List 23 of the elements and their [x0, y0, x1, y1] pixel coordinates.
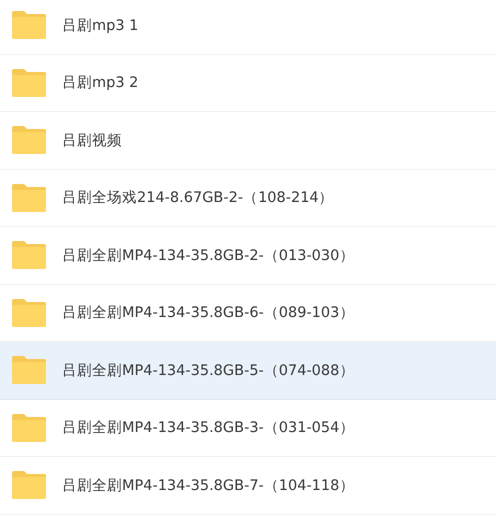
folder-icon	[12, 184, 46, 212]
folder-icon	[12, 126, 46, 154]
folder-icon	[12, 414, 46, 442]
folder-icon	[12, 298, 46, 327]
folder-row[interactable]: 吕剧全剧MP4-134-35.8GB-3-（031-054）	[0, 400, 496, 457]
folder-name: 吕剧视频	[62, 132, 122, 150]
folder-icon	[12, 356, 46, 384]
folder-icon	[12, 241, 46, 270]
folder-icon	[12, 68, 46, 97]
folder-icon	[12, 11, 46, 40]
folder-name: 吕剧全剧MP4-134-35.8GB-2-（013-030）	[62, 246, 354, 265]
folder-name: 吕剧全场戏214-8.67GB-2-（108-214）	[62, 189, 334, 208]
folder-row[interactable]: 吕剧全场戏214-8.67GB-2-（108-214）	[0, 170, 496, 227]
folder-row[interactable]: 吕剧全剧MP4-134-35.8GB-6-（089-103）	[0, 284, 496, 342]
folder-name: 吕剧全剧MP4-134-35.8GB-5-（074-088）	[62, 362, 354, 380]
folder-icon	[12, 471, 46, 500]
folder-name: 吕剧全剧MP4-134-35.8GB-3-（031-054）	[62, 419, 354, 438]
folder-row[interactable]: 吕剧全剧MP4-134-35.8GB-5-（074-088）	[0, 342, 496, 400]
folder-name: 吕剧全剧MP4-134-35.8GB-6-（089-103）	[62, 304, 354, 322]
folder-name: 吕剧全剧MP4-134-35.8GB-7-（104-118）	[62, 476, 354, 495]
folder-row[interactable]: 吕剧mp3 2	[0, 54, 496, 112]
folder-name: 吕剧mp3 2	[62, 74, 138, 92]
folder-name: 吕剧mp3 1	[62, 16, 138, 35]
